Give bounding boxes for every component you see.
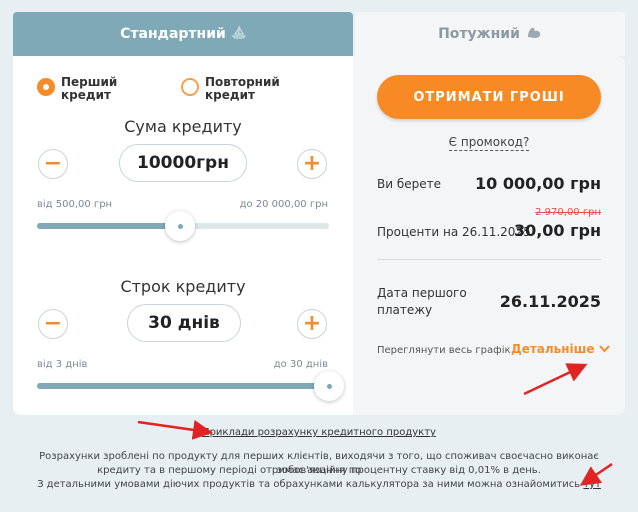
amount-title: Сума кредиту xyxy=(124,117,242,136)
tab-standard[interactable]: Стандартний xyxy=(13,12,353,56)
term-title: Строк кредиту xyxy=(120,277,246,296)
radio-repeat-credit-label: Повторний кредит xyxy=(205,75,280,102)
calculator-panel: Перший кредит Повторний кредит Сума кред… xyxy=(13,56,353,415)
first-payment-value: 26.11.2025 xyxy=(499,292,601,311)
radio-first-credit-label: Перший кредит xyxy=(61,75,118,102)
term-slider-fill xyxy=(37,383,329,389)
here-link[interactable]: тут xyxy=(583,479,601,490)
examples-link-label: Приклади розрахунку кредитного продукту xyxy=(202,427,436,438)
first-payment-label: Дата першого платежу xyxy=(377,286,467,317)
radio-first-credit-indicator[interactable] xyxy=(37,78,55,96)
term-decrease-button[interactable]: − xyxy=(38,309,68,339)
schedule-label: Переглянути весь графік xyxy=(377,345,511,356)
term-min-label: від 3 днів xyxy=(37,359,88,370)
examples-link[interactable]: Приклади розрахунку кредитного продукту xyxy=(0,427,638,438)
interest-value: 30,00 грн xyxy=(513,221,601,240)
amount-slider-fill xyxy=(37,223,181,229)
get-money-button[interactable]: ОТРИМАТИ ГРОШІ xyxy=(377,75,601,119)
promo-code-label: Є промокод? xyxy=(448,135,530,151)
sailboat-icon xyxy=(231,25,247,43)
amount-max-label: до 20 000,00 грн xyxy=(239,199,328,210)
note-line-3: З детальними умовами діючих продуктів та… xyxy=(20,478,618,492)
term-max-label: до 30 днів xyxy=(273,359,328,370)
amount-decrease-button[interactable]: − xyxy=(38,149,68,179)
tab-powerful[interactable]: Потужний xyxy=(355,12,625,56)
amount-value[interactable]: 10000грн xyxy=(119,144,247,182)
summary-panel: ОТРИМАТИ ГРОШІ Є промокод? Ви берете 10 … xyxy=(353,56,625,415)
tab-standard-label: Стандартний xyxy=(120,26,226,42)
details-link[interactable]: Детальніше xyxy=(511,342,610,356)
take-label: Ви берете xyxy=(377,177,442,191)
amount-min-label: від 500,00 грн xyxy=(37,199,113,210)
note-line-2: кредиту та в першому періоді отримає акц… xyxy=(97,465,541,476)
chevron-down-icon xyxy=(598,342,610,356)
term-slider-thumb[interactable] xyxy=(314,371,344,401)
promo-code-link[interactable]: Є промокод? xyxy=(353,131,625,151)
term-increase-button[interactable]: + xyxy=(297,309,327,339)
details-link-label: Детальніше xyxy=(511,342,595,356)
radio-first-credit[interactable]: Перший кредит xyxy=(37,76,141,102)
muscle-arm-icon xyxy=(526,26,542,43)
take-value: 10 000,00 грн xyxy=(474,174,601,193)
interest-label: Проценти на 26.11.2025 xyxy=(377,225,531,239)
term-value[interactable]: 30 днів xyxy=(127,304,241,342)
amount-slider-thumb[interactable] xyxy=(165,211,196,241)
note-line-3-text: З детальними умовами діючих продуктів та… xyxy=(37,479,581,490)
radio-repeat-credit-indicator[interactable] xyxy=(181,78,199,96)
summary-divider xyxy=(377,259,601,260)
radio-repeat-credit[interactable]: Повторний кредит xyxy=(181,76,285,102)
tab-powerful-label: Потужний xyxy=(438,26,520,42)
interest-old-value: 2 970,00 грн xyxy=(535,207,601,218)
amount-increase-button[interactable]: + xyxy=(297,149,327,179)
term-slider-track[interactable] xyxy=(37,383,329,389)
